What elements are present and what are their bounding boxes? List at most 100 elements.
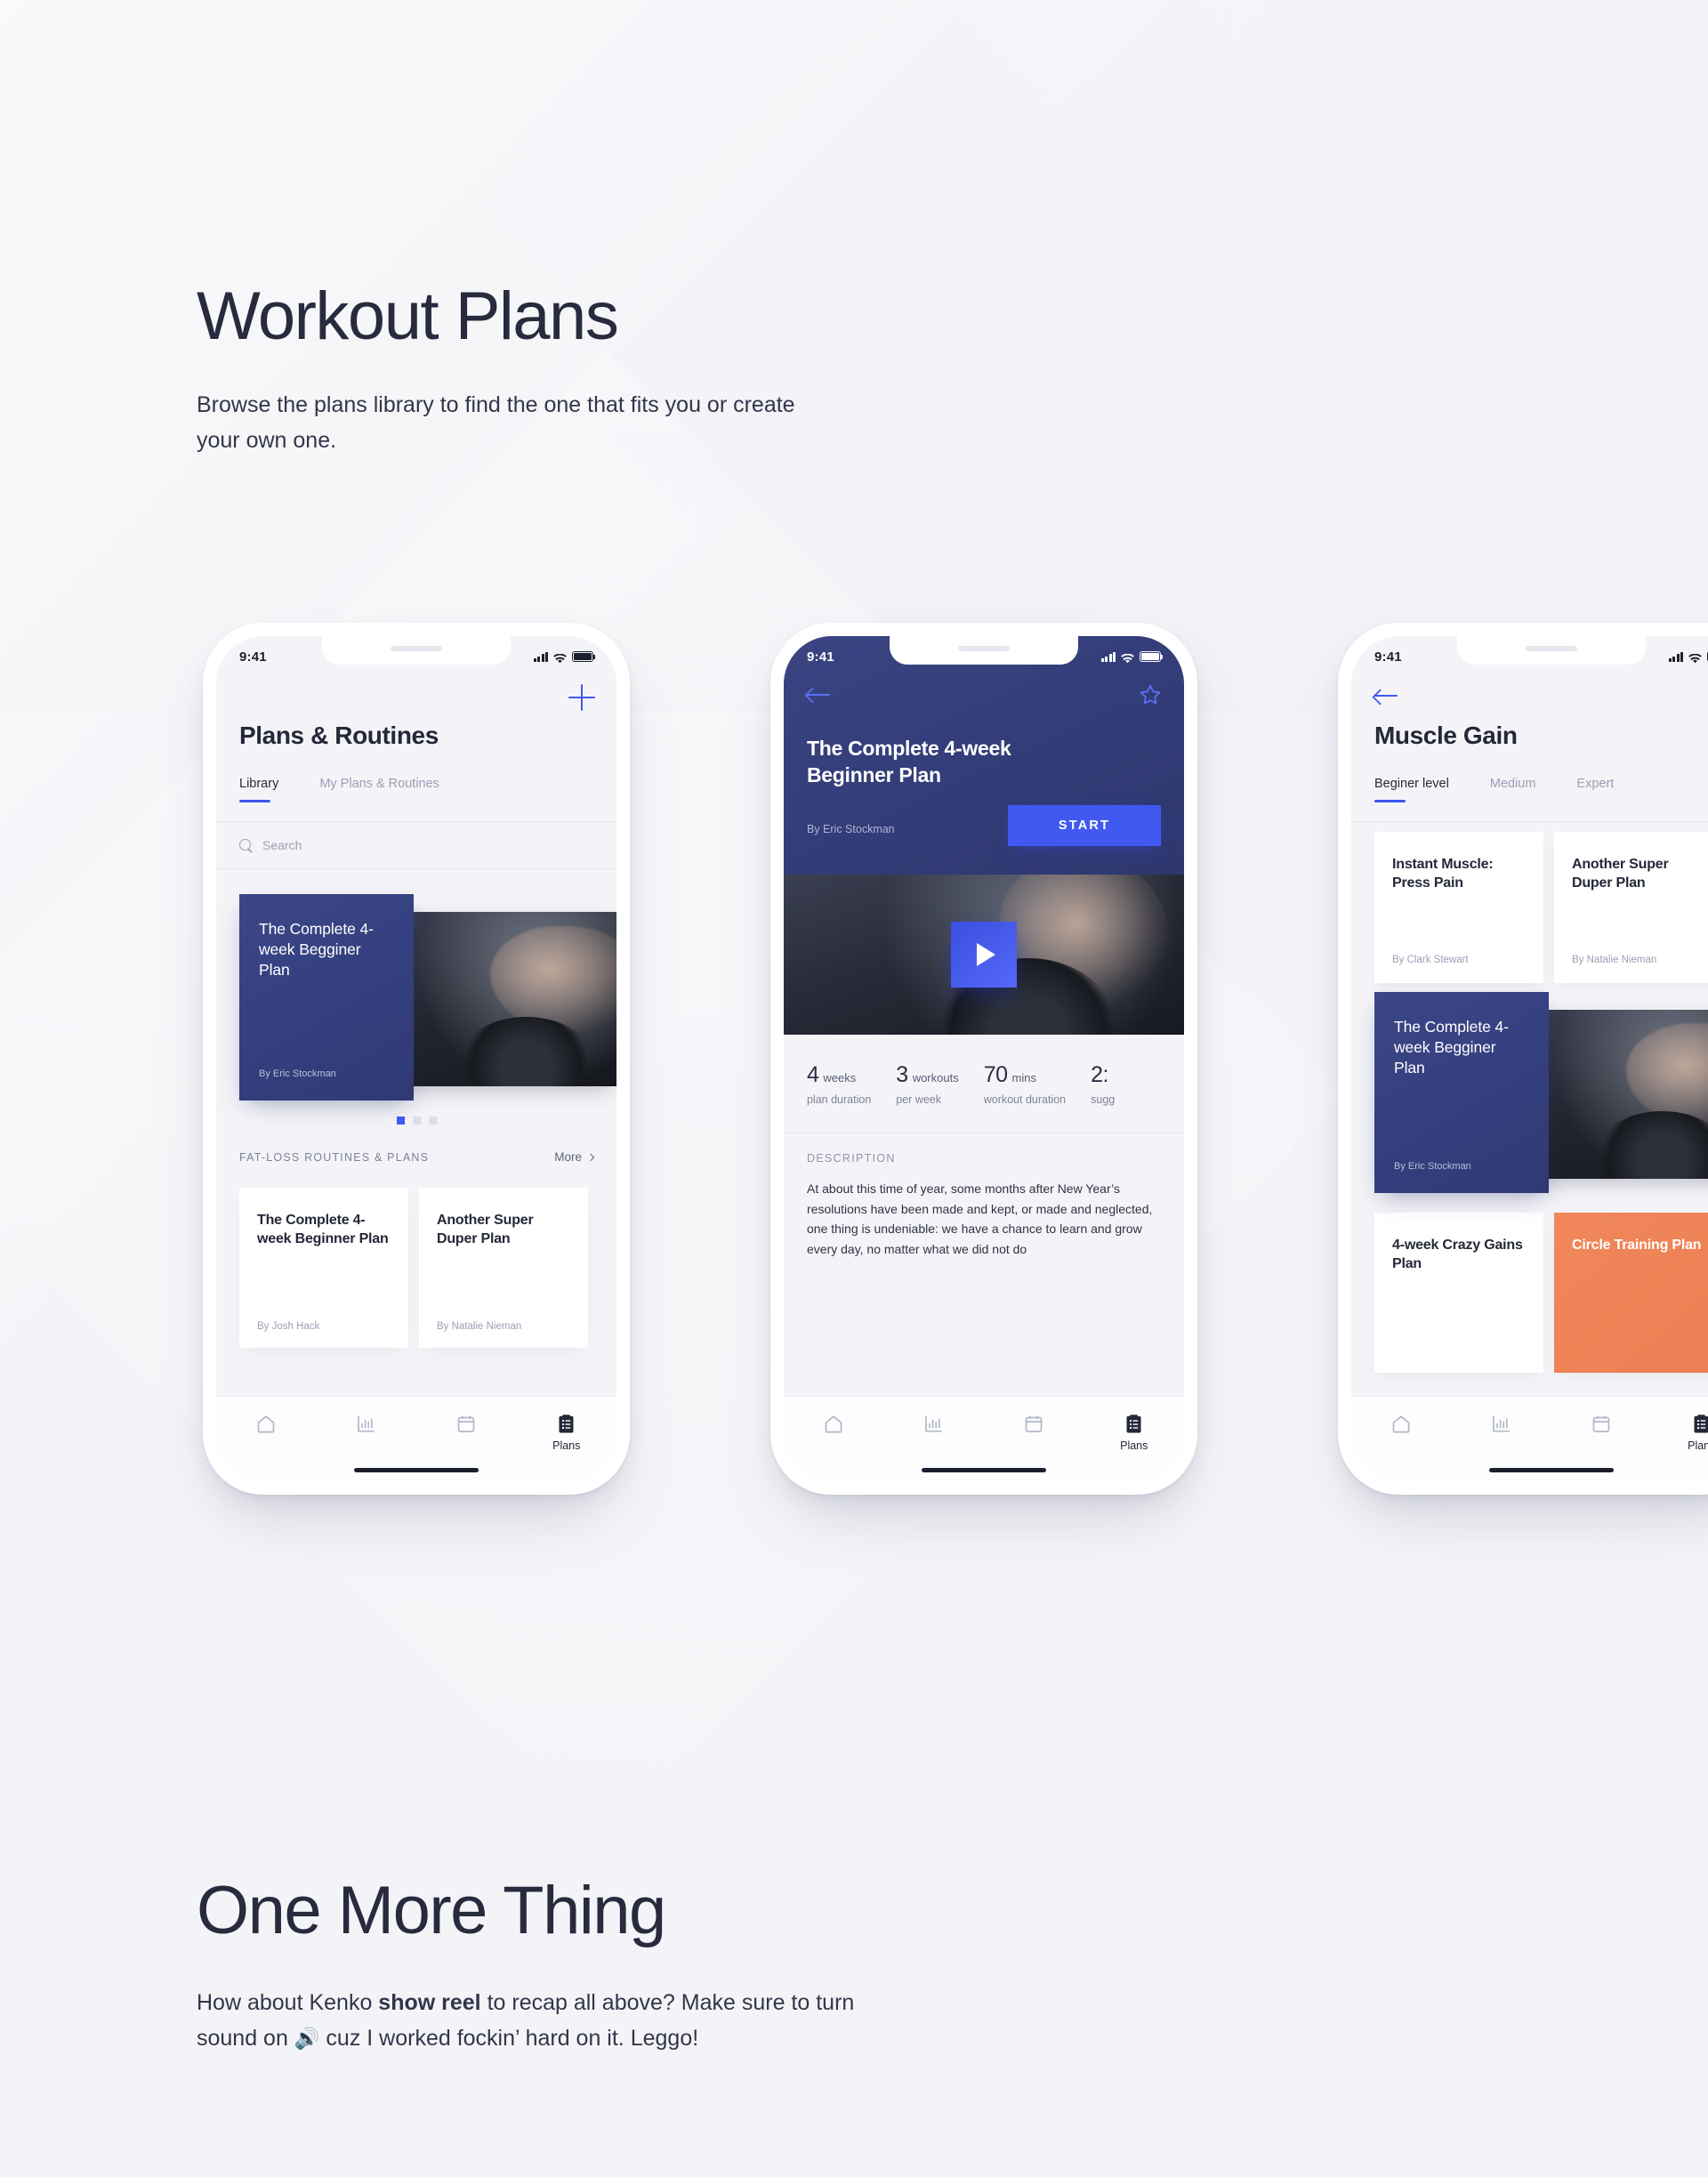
clipboard-icon [558, 1413, 575, 1434]
phone-mockup-muscle-gain: 9:41 Muscle Gain Beginer level Medium Ex… [1338, 623, 1708, 1495]
plan-card-row: 4-week Crazy Gains Plan Circle Training … [1374, 1213, 1708, 1373]
tab-home[interactable] [1351, 1413, 1452, 1434]
tab-plans-label: Plans [1688, 1439, 1708, 1452]
stat-item: 2: sugg [1091, 1062, 1115, 1106]
plan-card[interactable]: Instant Muscle: Press Pain By Clark Stew… [1374, 832, 1543, 983]
plan-description: DESCRIPTION At about this time of year, … [807, 1152, 1161, 1260]
cellular-signal-icon [1100, 651, 1116, 662]
stats-icon [357, 1413, 375, 1434]
phone-mockup-plan-detail: 9:41 The Complete 4-week Beginner Plan B… [770, 623, 1197, 1495]
carousel-pagination[interactable] [216, 1117, 616, 1125]
show-reel-emphasis: show reel [378, 1990, 481, 2015]
plan-card[interactable]: The Complete 4-week Beginner Plan By Jos… [239, 1188, 408, 1348]
tab-plans[interactable]: Plans [517, 1413, 617, 1452]
featured-plan-author: By Eric Stockman [1394, 1161, 1471, 1172]
featured-plan-carousel[interactable]: The Complete 4-week Begginer Plan By Eri… [239, 894, 616, 1101]
bottom-copy-block: One More Thing How about Kenko show reel… [197, 1877, 997, 2056]
stat-caption: per week [896, 1093, 942, 1106]
search-divider [216, 868, 616, 869]
start-button[interactable]: START [1008, 805, 1161, 846]
stat-value: 3 [896, 1061, 908, 1087]
stat-caption: plan duration [807, 1093, 872, 1106]
tab-home[interactable] [216, 1413, 317, 1434]
stat-caption: workout duration [983, 1093, 1067, 1106]
plan-stats-row: 4 weeks plan duration 3 workouts per week … [784, 1035, 1184, 1133]
back-arrow-icon[interactable] [807, 687, 830, 703]
plan-card-title: Instant Muscle: Press Pain [1392, 857, 1494, 891]
play-button[interactable] [951, 922, 1017, 988]
phone-mockup-plans-library: 9:41 Plans & Routines Library My Plans &… [203, 623, 630, 1495]
home-icon [256, 1413, 276, 1434]
page-subtitle: Browse the plans library to find the one… [197, 392, 795, 453]
tab-stats[interactable] [884, 1413, 985, 1434]
tab-beginner-level[interactable]: Beginer level [1374, 777, 1449, 802]
featured-plan-carousel[interactable]: The Complete 4-week Begginer Plan By Eri… [1374, 992, 1708, 1193]
tab-plans-label: Plans [552, 1439, 581, 1452]
wifi-icon [1121, 652, 1134, 663]
plan-card[interactable]: Another Super Duper Plan By Natalie Niem… [419, 1188, 588, 1348]
tab-plans[interactable]: Plans [1652, 1413, 1708, 1452]
back-arrow-icon[interactable] [1374, 688, 1398, 704]
plan-author: By Eric Stockman [807, 823, 895, 835]
featured-plan-title: The Complete 4-week Begginer Plan [1394, 1018, 1509, 1077]
home-indicator [354, 1468, 479, 1472]
library-tabs: Library My Plans & Routines [239, 777, 616, 802]
screen-plan-detail: 9:41 The Complete 4-week Beginner Plan B… [784, 636, 1184, 1481]
tab-calendar[interactable] [1551, 1413, 1652, 1434]
plan-card-title: 4-week Crazy Gains Plan [1392, 1238, 1523, 1272]
tab-home[interactable] [784, 1413, 884, 1434]
calendar-icon [1592, 1413, 1610, 1434]
search-icon [239, 838, 253, 852]
pagination-dot-1[interactable] [396, 1117, 405, 1125]
plan-card[interactable]: 4-week Crazy Gains Plan [1374, 1213, 1543, 1373]
status-bar: 9:41 [784, 636, 1184, 677]
plan-video-thumbnail[interactable] [784, 875, 1184, 1035]
home-icon [824, 1413, 843, 1434]
section-more-link[interactable]: More [554, 1150, 595, 1164]
tab-expert[interactable]: Expert [1576, 777, 1614, 802]
plan-card-title: Circle Training Plan [1572, 1238, 1702, 1253]
tab-library[interactable]: Library [239, 777, 278, 802]
featured-plan-card[interactable]: The Complete 4-week Begginer Plan By Eri… [239, 894, 414, 1101]
plan-card[interactable]: Another Super Duper Plan By Natalie Niem… [1554, 832, 1708, 983]
tab-medium[interactable]: Medium [1490, 777, 1536, 802]
home-indicator [922, 1468, 1046, 1472]
speaker-icon: 🔊 [294, 2026, 320, 2050]
search-input[interactable]: Search [216, 822, 616, 868]
stat-unit: mins [1011, 1070, 1036, 1084]
status-time: 9:41 [1374, 649, 1402, 665]
section-label: FAT-LOSS ROUTINES & PLANS [239, 1150, 430, 1164]
tab-stats[interactable] [317, 1413, 417, 1434]
stat-value: 70 [983, 1061, 1008, 1087]
plan-card-author: By Natalie Nieman [437, 1321, 522, 1332]
tab-calendar[interactable] [984, 1413, 1084, 1434]
pagination-dot-2[interactable] [412, 1117, 421, 1125]
pagination-dot-3[interactable] [428, 1117, 437, 1125]
chevron-right-icon [586, 1153, 595, 1161]
stat-value: 4 [807, 1061, 819, 1087]
tab-stats[interactable] [1452, 1413, 1552, 1434]
screen-muscle-gain: 9:41 Muscle Gain Beginer level Medium Ex… [1351, 636, 1708, 1481]
featured-plan-card[interactable]: The Complete 4-week Begginer Plan By Eri… [1374, 992, 1549, 1193]
clipboard-icon [1125, 1413, 1142, 1434]
tab-plans[interactable]: Plans [1084, 1413, 1185, 1452]
status-time: 9:41 [239, 649, 267, 665]
plan-card-author: By Josh Hack [257, 1321, 320, 1332]
clipboard-icon [1693, 1413, 1708, 1434]
add-plan-button[interactable] [568, 684, 595, 711]
stat-unit: workouts [912, 1070, 959, 1084]
tab-my-plans-routines[interactable]: My Plans & Routines [319, 777, 439, 802]
favorite-star-icon[interactable] [1140, 684, 1161, 705]
play-icon [977, 943, 995, 966]
top-copy-block: Workout Plans Browse the plans library t… [197, 283, 997, 458]
bottom-body: How about Kenko show reel to recap all a… [197, 1986, 855, 2056]
stat-item: 4 weeks plan duration [807, 1062, 871, 1106]
tab-calendar[interactable] [416, 1413, 517, 1434]
description-body: At about this time of year, some months … [807, 1181, 1153, 1257]
stats-icon [1492, 1413, 1511, 1434]
cellular-signal-icon [533, 651, 548, 662]
status-time: 9:41 [807, 649, 834, 665]
plus-icon[interactable] [568, 684, 595, 711]
plan-card-accent[interactable]: Circle Training Plan [1554, 1213, 1708, 1373]
tabs-divider [1351, 821, 1708, 822]
